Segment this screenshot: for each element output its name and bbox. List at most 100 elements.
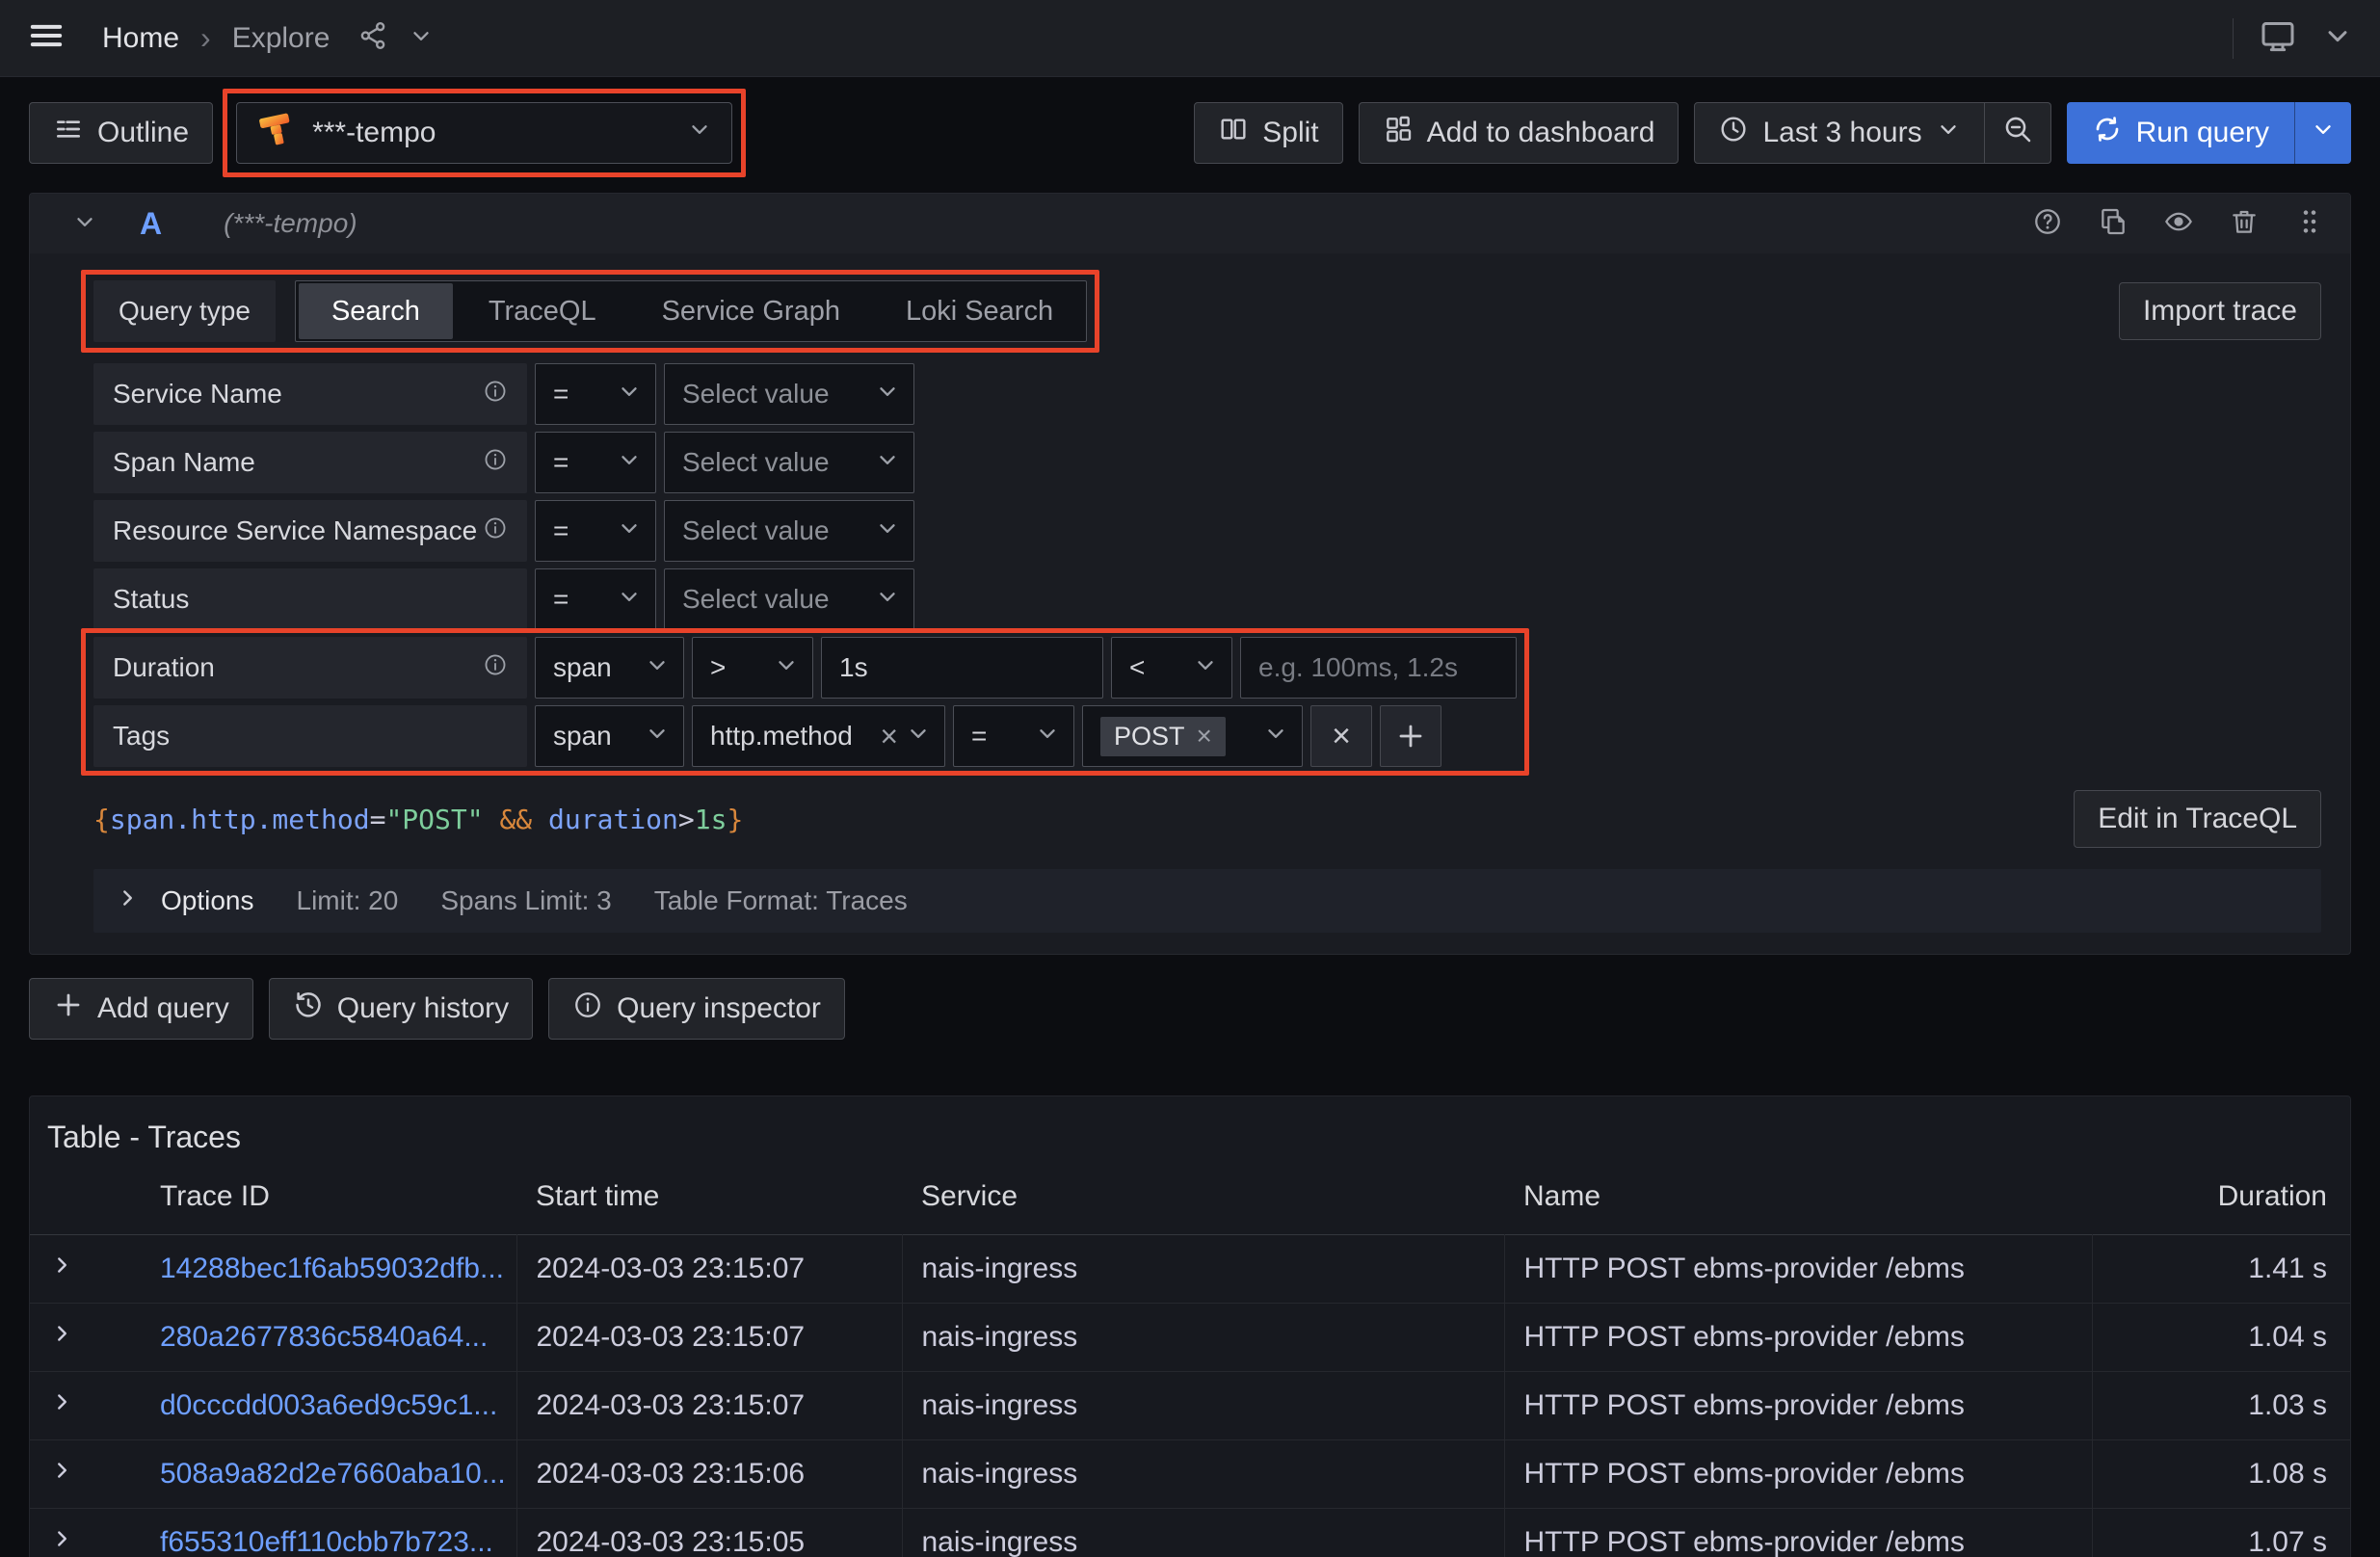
help-icon[interactable] — [2032, 206, 2063, 242]
service-cell: nais-ingress — [902, 1509, 1504, 1557]
menu-toggle-icon[interactable] — [27, 16, 66, 60]
datasource-chevron-down-icon — [687, 117, 712, 149]
operator-select[interactable]: = — [535, 568, 656, 630]
info-icon[interactable] — [483, 379, 508, 410]
duration-cell: 1.07 s — [2092, 1509, 2350, 1557]
info-icon[interactable] — [483, 447, 508, 479]
duplicate-query-icon[interactable] — [2098, 206, 2129, 242]
duration-min-operator-select[interactable]: > — [692, 637, 813, 699]
run-query-button[interactable]: Run query — [2067, 102, 2294, 164]
outline-button[interactable]: Outline — [29, 102, 213, 164]
run-query-chevron-down-icon — [2311, 117, 2336, 149]
table-header-row: Trace ID Start time Service Name Duratio… — [30, 1180, 2350, 1235]
query-ref-id[interactable]: A — [140, 206, 162, 242]
sync-icon — [2092, 114, 2123, 152]
share-chevron-down-icon[interactable] — [409, 23, 434, 53]
column-duration[interactable]: Duration — [2092, 1180, 2350, 1235]
trace-id-link[interactable]: 14288bec1f6ab59032dfb... — [160, 1253, 504, 1284]
add-to-dashboard-label: Add to dashboard — [1427, 117, 1655, 149]
tab-search[interactable]: Search — [299, 283, 453, 339]
tempo-logo-icon — [256, 109, 297, 157]
remove-query-trash-icon[interactable] — [2229, 206, 2260, 242]
time-range-picker[interactable]: Last 3 hours — [1694, 102, 1984, 164]
value-select[interactable]: Select value — [664, 432, 914, 493]
value-select[interactable]: Select value — [664, 568, 914, 630]
trace-id-link[interactable]: 280a2677836c5840a64... — [160, 1321, 488, 1353]
query-history-button[interactable]: Query history — [269, 978, 533, 1040]
duration-scope-select[interactable]: span — [535, 637, 684, 699]
row-expander-icon[interactable] — [30, 1372, 141, 1440]
value-select[interactable]: Select value — [664, 500, 914, 562]
collapse-chevron-down-icon[interactable] — [72, 209, 97, 239]
query-inspector-button[interactable]: Query inspector — [548, 978, 845, 1040]
edit-in-traceql-button[interactable]: Edit in TraceQL — [2074, 790, 2321, 848]
run-query-dropdown-button[interactable] — [2294, 102, 2351, 164]
column-trace-id[interactable]: Trace ID — [141, 1180, 516, 1235]
filter-row-service-name: Service Name = Select value — [93, 363, 2321, 425]
query-datasource-hint: (***-tempo) — [224, 208, 357, 239]
start-time-cell: 2024-03-03 23:15:07 — [516, 1235, 902, 1304]
filter-label: Service Name — [113, 379, 282, 409]
start-time-cell: 2024-03-03 23:15:05 — [516, 1509, 902, 1557]
operator-select[interactable]: = — [535, 363, 656, 425]
tag-value-chip: POST× — [1100, 717, 1226, 756]
filter-row-duration: Duration span > < — [93, 637, 1517, 699]
service-cell: nais-ingress — [902, 1440, 1504, 1509]
disable-query-eye-icon[interactable] — [2163, 206, 2194, 242]
column-name[interactable]: Name — [1504, 1180, 2092, 1235]
operator-select[interactable]: = — [535, 500, 656, 562]
tag-key-select[interactable]: http.method× — [692, 705, 945, 767]
tab-loki-search[interactable]: Loki Search — [873, 281, 1086, 341]
tab-service-graph[interactable]: Service Graph — [629, 281, 873, 341]
breadcrumb-home[interactable]: Home — [102, 22, 179, 55]
query-inspector-label: Query inspector — [617, 992, 821, 1025]
service-cell: nais-ingress — [902, 1235, 1504, 1304]
tag-scope-select[interactable]: span — [535, 705, 684, 767]
remove-tag-value-icon[interactable]: × — [1197, 723, 1212, 750]
tab-traceql[interactable]: TraceQL — [456, 281, 629, 341]
time-zoom-out-button[interactable] — [1985, 102, 2051, 164]
row-expander-icon[interactable] — [30, 1235, 141, 1304]
add-tag-filter-button[interactable] — [1380, 705, 1441, 767]
column-start-time[interactable]: Start time — [516, 1180, 902, 1235]
options-label: Options — [161, 885, 254, 916]
outline-label: Outline — [97, 117, 189, 149]
datasource-picker[interactable]: ***-tempo — [236, 102, 732, 164]
import-trace-button[interactable]: Import trace — [2119, 282, 2321, 340]
info-icon[interactable] — [483, 515, 508, 547]
duration-max-input[interactable] — [1258, 652, 1498, 683]
value-select[interactable]: Select value — [664, 363, 914, 425]
row-expander-icon[interactable] — [30, 1509, 141, 1557]
operator-select[interactable]: = — [535, 432, 656, 493]
explore-toolbar: Outline ***-tempo — [29, 102, 2351, 164]
remove-tag-filter-button[interactable]: × — [1310, 705, 1372, 767]
drag-handle-grip-icon[interactable] — [2294, 206, 2325, 242]
row-expander-icon[interactable] — [30, 1440, 141, 1509]
row-expander-icon[interactable] — [30, 1304, 141, 1372]
share-icon[interactable] — [358, 20, 389, 56]
top-nav-bar: Home › Explore — [0, 0, 2380, 77]
clear-tag-key-icon[interactable]: × — [880, 721, 898, 752]
column-service[interactable]: Service — [902, 1180, 1504, 1235]
filter-label: Status — [113, 584, 189, 615]
duration-min-input[interactable] — [839, 652, 1085, 683]
query-actions-row: Add query Query history Query inspector — [29, 978, 2351, 1040]
traces-table: Trace ID Start time Service Name Duratio… — [30, 1180, 2350, 1557]
split-button[interactable]: Split — [1194, 102, 1342, 164]
tag-value-select[interactable]: POST× — [1082, 705, 1303, 767]
duration-cell: 1.08 s — [2092, 1440, 2350, 1509]
duration-max-operator-select[interactable]: < — [1111, 637, 1232, 699]
tag-operator-select[interactable]: = — [953, 705, 1074, 767]
info-circle-icon — [572, 990, 603, 1028]
options-toggle[interactable]: Options — [115, 885, 254, 917]
topbar-chevron-down-icon[interactable] — [2322, 20, 2353, 56]
trace-id-link[interactable]: f655310eff110cbb7b723... — [160, 1526, 493, 1557]
breadcrumb-explore[interactable]: Explore — [232, 22, 331, 55]
add-query-button[interactable]: Add query — [29, 978, 253, 1040]
trace-id-link[interactable]: d0cccdd003a6ed9c59c1... — [160, 1389, 497, 1421]
add-to-dashboard-button[interactable]: Add to dashboard — [1359, 102, 1679, 164]
info-icon[interactable] — [483, 652, 508, 684]
panel-title: Table - Traces — [30, 1116, 2350, 1155]
trace-id-link[interactable]: 508a9a82d2e7660aba10... — [160, 1458, 506, 1490]
kiosk-monitor-icon[interactable] — [2259, 16, 2297, 60]
